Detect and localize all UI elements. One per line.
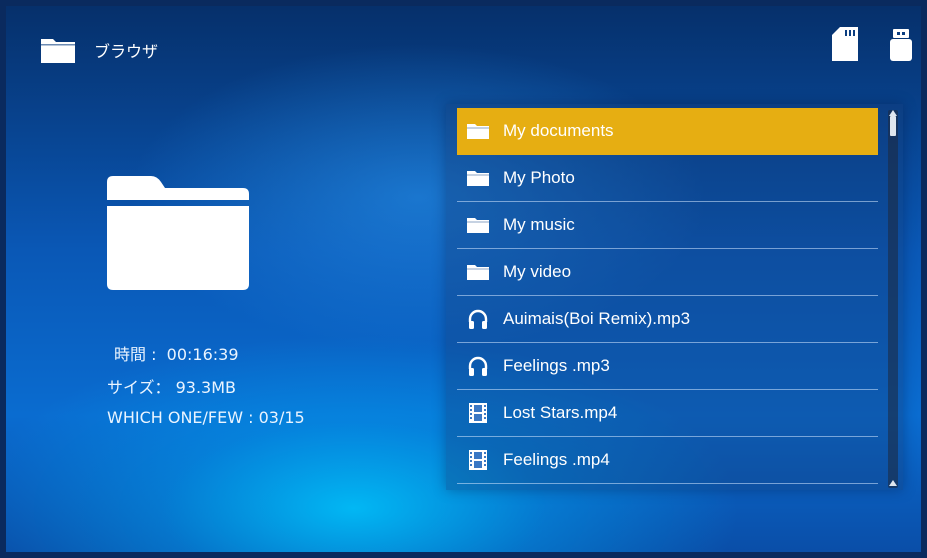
item-index-label: WHICH ONE/FEW : 03/15 [107,408,305,427]
scroll-down-arrow-icon[interactable] [889,480,897,486]
file-list-item-label: Feelings .mp3 [503,356,610,375]
folder-icon [467,261,489,283]
file-list-item[interactable]: My music [457,202,878,249]
folder-icon [467,214,489,236]
scrollbar-thumb[interactable] [890,116,896,136]
file-list-panel: My documents My Photo My music My video Auim… [446,104,903,490]
page-title: ブラウザ [94,42,159,61]
file-list-item[interactable]: My video [457,249,878,296]
file-size-label: サイズ： 93.3MB [107,378,237,397]
file-list-item[interactable]: My documents [457,108,878,155]
file-list-item-label: Feelings .mp4 [503,450,610,469]
file-list: My documents My Photo My music My video Auim… [457,108,878,484]
file-list-item[interactable]: Feelings .mp3 [457,343,878,390]
file-list-item[interactable]: Feelings .mp4 [457,437,878,484]
duration-label: 時間 : 00:16:39 [114,345,239,364]
media-browser-screen: ブラウザ 時間 : 00:16:39 サイズ： 93.3MB WHICH ONE… [6,6,921,552]
folder-icon [41,39,75,63]
file-list-item-label: My documents [503,121,614,140]
scrollbar[interactable] [888,110,898,488]
file-list-item-label: Lost Stars.mp4 [503,403,618,422]
file-list-item-label: Auimais(Boi Remix).mp3 [503,309,691,328]
selected-item-preview-folder-icon [107,176,249,290]
file-list-item[interactable]: Auimais(Boi Remix).mp3 [457,296,878,343]
folder-icon [467,167,489,189]
headphones-icon [467,355,489,377]
file-list-item[interactable]: My Photo [457,155,878,202]
sd-card-icon[interactable] [832,27,858,61]
usb-drive-icon[interactable] [890,29,912,61]
file-list-item[interactable]: Lost Stars.mp4 [457,390,878,437]
film-icon [467,402,489,424]
headphones-icon [467,308,489,330]
file-list-item-label: My video [503,262,572,281]
film-icon [467,449,489,471]
file-list-item-label: My Photo [503,168,575,187]
folder-icon [467,120,489,142]
file-list-item-label: My music [503,215,575,234]
